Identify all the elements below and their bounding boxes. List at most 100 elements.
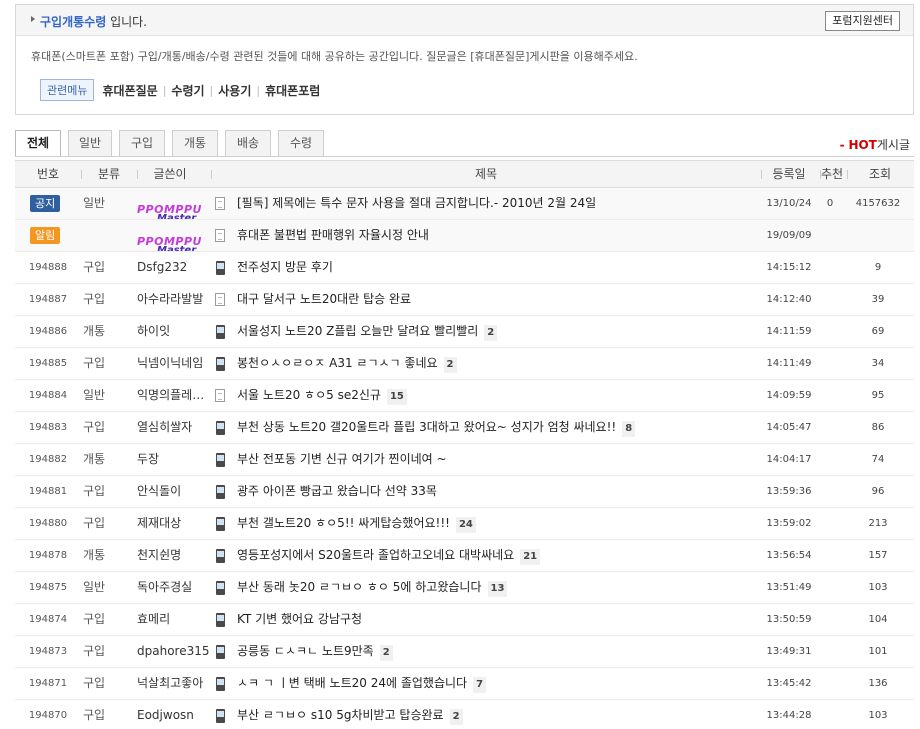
phone-icon [216, 581, 225, 595]
post-view-count [843, 220, 913, 251]
post-type-icon [215, 540, 231, 571]
post-author[interactable]: 하이잇 [137, 316, 213, 347]
post-recommend-count [821, 476, 839, 507]
post-title-link[interactable]: ㅅㅋ ㄱ ㅣ변 택배 노트20 24에 졸업했습니다 [237, 676, 467, 690]
post-recommend-count [821, 412, 839, 443]
post-title-link[interactable]: 대구 달서구 노트20대란 탑승 완료 [237, 292, 411, 306]
board-title-link[interactable]: 구입개통수령 [40, 15, 106, 29]
table-row: 194874 구입 효메리 KT 기변 했어요 강남구청 13:50:59 104 [15, 604, 914, 636]
post-title-link[interactable]: KT 기변 했어요 강남구청 [237, 612, 362, 626]
post-recommend-count [821, 252, 839, 283]
table-row: 194884 일반 익명의플레… 서울 노트20 ㅎㅇ5 se2신규 15 14:09:5… [15, 380, 914, 412]
post-title-link[interactable]: 봉천ㅇㅅㅇㄹㅇㅈ A31 ㄹㄱㅅㄱ 좋네요 [237, 356, 438, 370]
post-title-link[interactable]: 부천 상동 노트20 갤20울트라 플립 3대하고 왔어요~ 성지가 엄청 싸네… [237, 420, 616, 434]
post-date: 14:11:49 [766, 358, 812, 369]
col-author: 글쓴이 [153, 167, 187, 181]
comment-count-badge[interactable]: 2 [443, 357, 457, 373]
admin-logo-icon: PPOMPPU Master [137, 235, 202, 251]
post-title-link[interactable]: 휴대폰 불편법 판매행위 자율시정 안내 [237, 228, 429, 242]
post-view-count: 157 [868, 550, 888, 561]
post-title-link[interactable]: 서울성지 노트20 Z플립 오늘만 달려요 빨리빨리 [237, 324, 478, 338]
post-category: 구입 [83, 644, 106, 658]
post-title-link[interactable]: 부산 전포동 기변 신규 여기가 찐이네여 ~ [237, 452, 447, 466]
post-title-link[interactable]: 광주 아이폰 빵굽고 왔습니다 선약 33목 [237, 484, 437, 498]
post-date: 13/10/24 [766, 198, 812, 209]
post-author[interactable]: 넉살최고좋아 [137, 668, 213, 699]
post-author[interactable]: 제재대상 [137, 508, 213, 539]
post-title-cell: [필독] 제목에는 특수 문자 사용을 절대 금지합니다.- 2010년 2월 … [237, 188, 757, 219]
post-title-cell: 부산 전포동 기변 신규 여기가 찐이네여 ~ [237, 444, 757, 475]
post-title-cell: 공릉동 ㄷㅅㅋㄴ 노트9만족 2 [237, 636, 757, 667]
post-view-count: 95 [871, 390, 885, 401]
comment-count-badge[interactable]: 15 [386, 389, 407, 405]
post-title-cell: 부천 상동 노트20 갤20울트라 플립 3대하고 왔어요~ 성지가 엄청 싸네… [237, 412, 757, 443]
post-title-link[interactable]: 부산 ㄹㄱㅂㅇ s10 5g차비받고 탑승완료 [237, 708, 444, 722]
post-view-count: 103 [868, 710, 888, 721]
post-author[interactable]: PPOMPPU Master [137, 220, 213, 251]
board-title: 구입개통수령 입니다. [40, 13, 147, 30]
post-title-link[interactable]: 공릉동 ㄷㅅㅋㄴ 노트9만족 [237, 644, 374, 658]
post-category: 구입 [83, 484, 106, 498]
post-author[interactable]: 열심히쌀자 [137, 412, 213, 443]
post-author[interactable]: 독아주경실 [137, 572, 213, 603]
post-title-link[interactable]: 부천 갤노트20 ㅎㅇ5!! 싸게탑승했어요!!! [237, 516, 450, 530]
post-author[interactable]: 효메리 [137, 604, 213, 635]
post-title-link[interactable]: [필독] 제목에는 특수 문자 사용을 절대 금지합니다.- 2010년 2월 … [237, 196, 596, 210]
post-title-link[interactable]: 부산 동래 놋20 ㄹㄱㅂㅇ ㅎㅇ 5에 하고왔습니다 [237, 580, 482, 594]
related-menu-item-phone-forum[interactable]: 휴대폰포럼 [265, 82, 320, 99]
comment-count-badge[interactable]: 8 [622, 421, 636, 437]
document-icon [215, 197, 225, 210]
post-category: 일반 [83, 196, 106, 210]
post-author[interactable]: PPOMPPU Master [137, 188, 213, 219]
post-title-cell: KT 기변 했어요 강남구청 [237, 604, 757, 635]
post-category: 구입 [83, 260, 106, 274]
post-author[interactable]: 두장 [137, 444, 213, 475]
comment-count-badge[interactable]: 2 [484, 325, 498, 341]
tab-all[interactable]: 전체 [15, 130, 61, 157]
post-title-link[interactable]: 전주성지 방문 후기 [237, 260, 333, 274]
tab-purchase[interactable]: 구입 [119, 130, 165, 157]
post-number: 194874 [28, 614, 68, 625]
post-number: 194885 [28, 358, 68, 369]
post-number: 194878 [28, 550, 68, 561]
post-author[interactable]: 안식돌이 [137, 476, 213, 507]
menu-separator: | [162, 83, 167, 97]
post-author[interactable]: Eodjwosn [137, 700, 213, 729]
bullet-icon [31, 16, 35, 22]
comment-count-badge[interactable]: 7 [473, 677, 487, 693]
post-category: 개통 [83, 452, 106, 466]
phone-icon [216, 613, 225, 627]
post-author[interactable]: 천지쉰명 [137, 540, 213, 571]
post-author[interactable]: dpahore315 [137, 636, 213, 667]
hot-posts-link[interactable]: - HOT게시글 [840, 136, 910, 153]
post-title-link[interactable]: 영등포성지에서 S20울트라 졸업하고오네요 대박싸네요 [237, 548, 514, 562]
post-type-icon [215, 284, 231, 315]
related-menu-item-receipt-review[interactable]: 수령기 [171, 82, 204, 99]
tab-general[interactable]: 일반 [68, 130, 112, 157]
post-view-count: 39 [871, 294, 885, 305]
post-author[interactable]: 닉넴이닉네임 [137, 348, 213, 379]
comment-count-badge[interactable]: 24 [455, 517, 476, 533]
post-author[interactable]: Dsfg232 [137, 252, 213, 283]
post-view-count: 69 [871, 326, 885, 337]
forum-center-button[interactable]: 포럼지원센터 [825, 11, 900, 31]
related-menu-item-phone-question[interactable]: 휴대폰질문 [102, 82, 157, 99]
comment-count-badge[interactable]: 2 [379, 645, 393, 661]
col-title: 제목 [474, 167, 498, 181]
tab-receipt[interactable]: 수령 [278, 130, 324, 157]
post-recommend-count [821, 572, 839, 603]
comment-count-badge[interactable]: 13 [487, 581, 508, 597]
comment-count-badge[interactable]: 2 [449, 709, 463, 725]
col-category: 분류 [97, 167, 121, 181]
phone-icon [216, 645, 225, 659]
comment-count-badge[interactable]: 21 [520, 549, 541, 565]
tab-activation[interactable]: 개통 [172, 130, 218, 157]
post-author[interactable]: 아수라라발발 [137, 284, 213, 315]
post-category: 개통 [83, 548, 106, 562]
tab-shipping[interactable]: 배송 [225, 130, 271, 157]
menu-separator: | [256, 83, 261, 97]
post-category: 구입 [83, 708, 106, 722]
related-menu-item-usage-review[interactable]: 사용기 [218, 82, 251, 99]
post-title-link[interactable]: 서울 노트20 ㅎㅇ5 se2신규 [237, 388, 381, 402]
post-author[interactable]: 익명의플레… [137, 380, 213, 411]
